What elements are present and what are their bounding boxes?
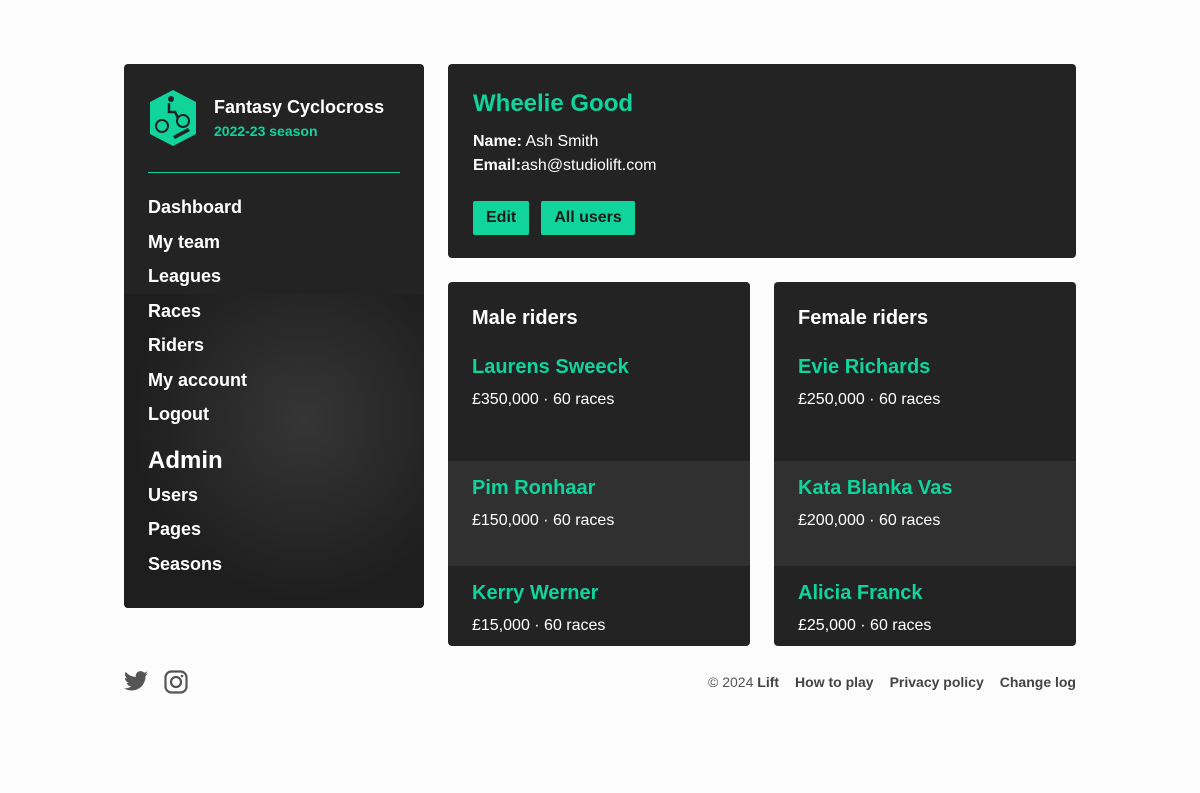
- season-label: 2022-23 season: [214, 123, 318, 139]
- female-riders-card: Female riders Evie Richards £250,000 · 60…: [774, 282, 1076, 646]
- lift-link[interactable]: Lift: [757, 674, 779, 690]
- brand[interactable]: Fantasy Cyclocross 2022-23 season: [148, 90, 400, 146]
- team-card: Wheelie Good Name: Ash Smith Email:ash@s…: [448, 64, 1076, 258]
- how-to-play-link[interactable]: How to play: [795, 674, 874, 690]
- nav-pages[interactable]: Pages: [148, 519, 400, 554]
- main-nav: Dashboard My team Leagues Races Riders M…: [148, 197, 400, 588]
- rider-details: £350,000 · 60 races: [472, 391, 615, 408]
- rider-name: Evie Richards: [798, 356, 931, 378]
- app-title: Fantasy Cyclocross: [214, 97, 385, 117]
- admin-heading: Admin: [148, 446, 223, 474]
- footer: © 2024 Lift How to play Privacy policy C…: [124, 670, 1076, 694]
- name-label: Name:: [473, 133, 522, 150]
- edit-button[interactable]: Edit: [473, 201, 530, 235]
- rider-item[interactable]: Kerry Werner £15,000 · 60 races: [448, 566, 750, 646]
- nav-my-team[interactable]: My team: [148, 232, 400, 267]
- change-log-link[interactable]: Change log: [1000, 674, 1076, 690]
- rider-name: Kata Blanka Vas: [798, 477, 953, 499]
- nav-dashboard[interactable]: Dashboard: [148, 197, 400, 232]
- nav-leagues[interactable]: Leagues: [148, 266, 400, 301]
- privacy-policy-link[interactable]: Privacy policy: [890, 674, 984, 690]
- rider-item[interactable]: Laurens Sweeck £350,000 · 60 races: [448, 356, 750, 461]
- email-value: ash@studiolift.com: [521, 157, 657, 174]
- rider-item[interactable]: Alicia Franck £25,000 · 60 races: [774, 566, 1076, 646]
- nav-riders[interactable]: Riders: [148, 335, 400, 370]
- rider-details: £150,000 · 60 races: [472, 512, 615, 529]
- instagram-icon[interactable]: [164, 670, 188, 694]
- rider-name: Laurens Sweeck: [472, 356, 629, 378]
- rider-details: £200,000 · 60 races: [798, 512, 941, 529]
- rider-name: Pim Ronhaar: [472, 477, 596, 499]
- male-riders-title: Male riders: [472, 307, 578, 329]
- divider: [148, 172, 400, 173]
- copyright: © 2024 Lift: [708, 674, 779, 690]
- logo-cyclist-icon: [150, 90, 196, 146]
- name-value: Ash Smith: [525, 133, 599, 150]
- nav-my-account[interactable]: My account: [148, 370, 400, 405]
- rider-details: £15,000 · 60 races: [472, 617, 606, 634]
- rider-name: Kerry Werner: [472, 582, 599, 604]
- rider-item[interactable]: Kata Blanka Vas £200,000 · 60 races: [774, 461, 1076, 566]
- team-name: Wheelie Good: [473, 90, 634, 117]
- rider-details: £25,000 · 60 races: [798, 617, 932, 634]
- female-riders-title: Female riders: [798, 307, 929, 329]
- nav-races[interactable]: Races: [148, 301, 400, 336]
- rider-details: £250,000 · 60 races: [798, 391, 941, 408]
- nav-logout[interactable]: Logout: [148, 404, 400, 439]
- copyright-text: © 2024: [708, 674, 754, 690]
- nav-users[interactable]: Users: [148, 485, 400, 520]
- nav-seasons[interactable]: Seasons: [148, 554, 400, 589]
- twitter-icon[interactable]: [124, 670, 148, 692]
- rider-name: Alicia Franck: [798, 582, 923, 604]
- rider-item[interactable]: Pim Ronhaar £150,000 · 60 races: [448, 461, 750, 566]
- email-label: Email:: [473, 157, 522, 174]
- male-riders-card: Male riders Laurens Sweeck £350,000 · 60 …: [448, 282, 750, 646]
- sidebar: Fantasy Cyclocross 2022-23 season Dashbo…: [124, 64, 424, 608]
- user-name: Name: Ash Smith: [473, 130, 1051, 154]
- rider-item[interactable]: Evie Richards £250,000 · 60 races: [774, 356, 1076, 461]
- all-users-button[interactable]: All users: [541, 201, 635, 235]
- user-email: Email:ash@studiolift.com: [473, 154, 1051, 178]
